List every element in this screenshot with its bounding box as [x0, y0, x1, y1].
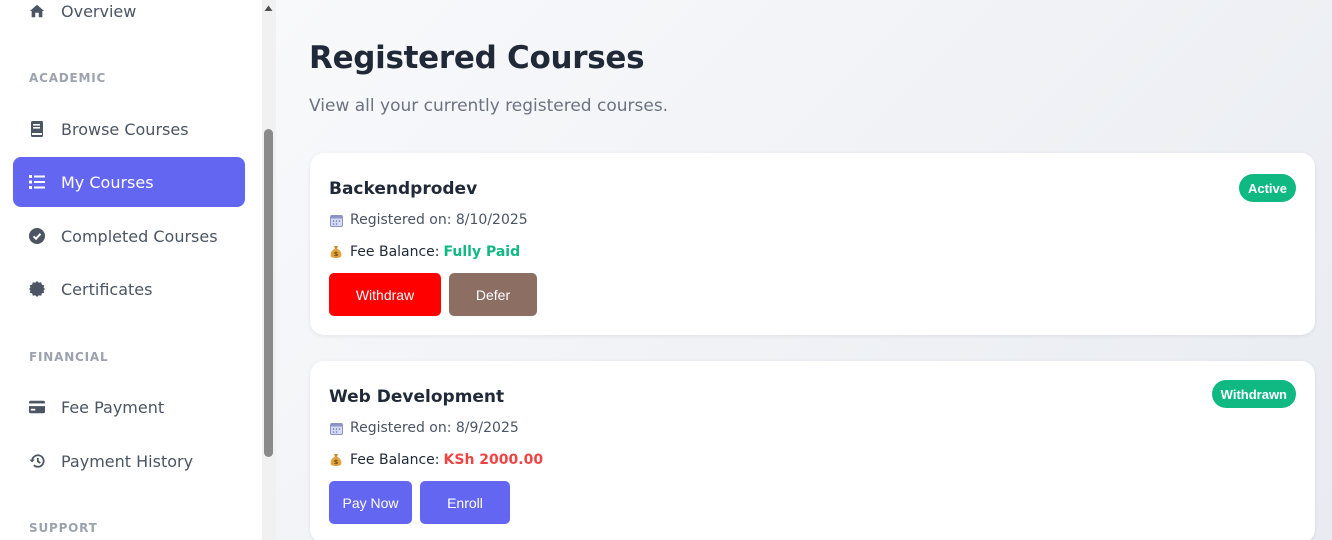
sidebar-item-browse-courses[interactable]: Browse Courses	[13, 104, 245, 154]
sidebar-item-label: Certificates	[61, 279, 153, 299]
registered-date: Registered on: 8/10/2025	[329, 212, 528, 228]
course-title: Web Development	[329, 387, 505, 407]
svg-text:$: $	[334, 458, 339, 466]
main-content: Registered Courses View all your current…	[276, 0, 1332, 540]
certificate-icon	[29, 281, 45, 297]
page-title: Registered Courses	[309, 40, 645, 76]
svg-text:$: $	[334, 250, 339, 258]
check-circle-icon	[29, 228, 45, 244]
enroll-button[interactable]: Enroll	[420, 481, 510, 524]
sidebar-item-completed-courses[interactable]: Completed Courses	[13, 211, 245, 261]
pay-now-button[interactable]: Pay Now	[329, 481, 412, 524]
fee-balance: $ Fee Balance: Fully Paid	[329, 244, 520, 260]
money-bag-icon: $	[329, 245, 343, 259]
course-card: Web Development Withdrawn Registered on:…	[310, 361, 1315, 540]
defer-button[interactable]: Defer	[449, 273, 537, 316]
status-badge: Active	[1238, 174, 1296, 202]
sidebar-item-my-courses[interactable]: My Courses	[13, 157, 245, 207]
history-icon	[29, 453, 45, 469]
sidebar-item-label: My Courses	[61, 172, 154, 192]
section-label-support: SUPPORT	[29, 521, 98, 535]
calendar-icon	[329, 213, 343, 227]
course-card: Backendprodev Active Registered on: 8/10…	[310, 153, 1315, 335]
fee-balance-label: Fee Balance:	[350, 244, 440, 260]
fee-balance: $ Fee Balance: KSh 2000.00	[329, 452, 543, 468]
sidebar-item-certificates[interactable]: Certificates	[13, 264, 245, 314]
list-icon	[29, 174, 45, 190]
fee-balance-label: Fee Balance:	[350, 452, 440, 468]
scroll-up-arrow-icon[interactable]	[264, 0, 273, 11]
registered-date: Registered on: 8/9/2025	[329, 420, 519, 436]
scrollbar-thumb[interactable]	[264, 129, 273, 457]
sidebar-item-overview[interactable]: Overview	[13, 0, 245, 36]
sidebar-item-label: Browse Courses	[61, 119, 189, 139]
sidebar-item-label: Fee Payment	[61, 397, 165, 417]
sidebar-item-label: Overview	[61, 1, 137, 21]
money-bag-icon: $	[329, 453, 343, 467]
section-label-academic: ACADEMIC	[29, 71, 107, 85]
sidebar-item-payment-history[interactable]: Payment History	[13, 436, 245, 486]
calendar-icon	[329, 421, 343, 435]
withdraw-button[interactable]: Withdraw	[329, 273, 441, 316]
book-icon	[29, 121, 45, 137]
sidebar-item-label: Completed Courses	[61, 226, 218, 246]
home-icon	[29, 3, 45, 19]
course-title: Backendprodev	[329, 179, 478, 199]
fee-balance-value: KSh 2000.00	[443, 452, 544, 468]
registered-date-text: Registered on: 8/9/2025	[350, 420, 519, 436]
sidebar: Overview ACADEMIC Browse Courses My Cour…	[0, 0, 262, 540]
section-label-financial: FINANCIAL	[29, 350, 109, 364]
sidebar-item-fee-payment[interactable]: Fee Payment	[13, 382, 245, 432]
page-subtitle: View all your currently registered cours…	[309, 96, 669, 116]
fee-balance-value: Fully Paid	[443, 244, 521, 260]
credit-card-icon	[29, 399, 45, 415]
registered-date-text: Registered on: 8/10/2025	[350, 212, 528, 228]
sidebar-item-label: Payment History	[61, 451, 194, 471]
status-badge: Withdrawn	[1211, 380, 1296, 408]
